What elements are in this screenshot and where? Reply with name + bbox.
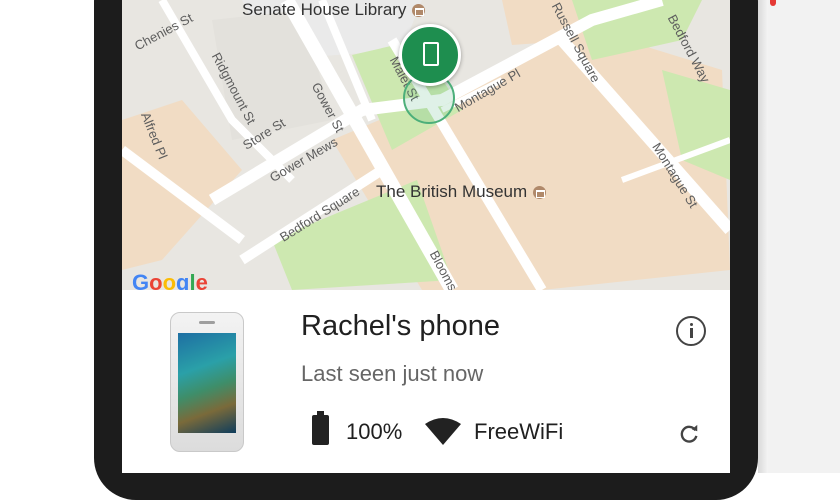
info-icon[interactable] (676, 316, 706, 346)
museum-label[interactable]: The British Museum (376, 182, 547, 202)
map-view[interactable]: Chenies St Ridgmount St Gower St Alfred … (122, 0, 730, 290)
battery-level: 100% (346, 419, 403, 444)
battery-icon (312, 411, 329, 445)
network-name: FreeWiFi (474, 419, 564, 444)
museum-icon (533, 186, 547, 200)
google-logo: Google (132, 270, 208, 290)
phone-side-edge (758, 0, 768, 473)
device-name: Rachel's phone (301, 310, 501, 342)
device-marker-icon[interactable] (399, 24, 461, 86)
power-button (770, 0, 776, 6)
phone-glyph-icon (423, 42, 439, 66)
library-icon (412, 4, 426, 18)
page-background (758, 0, 840, 473)
wifi-icon (425, 418, 461, 445)
last-seen-status: Last seen just now (301, 361, 484, 386)
library-label[interactable]: Senate House Library (242, 0, 426, 20)
phone-screen: Chenies St Ridgmount St Gower St Alfred … (122, 0, 730, 473)
device-image (170, 312, 244, 452)
refresh-icon[interactable] (678, 423, 700, 445)
device-info-card: Rachel's phone Last seen just now 100% F… (122, 290, 730, 473)
